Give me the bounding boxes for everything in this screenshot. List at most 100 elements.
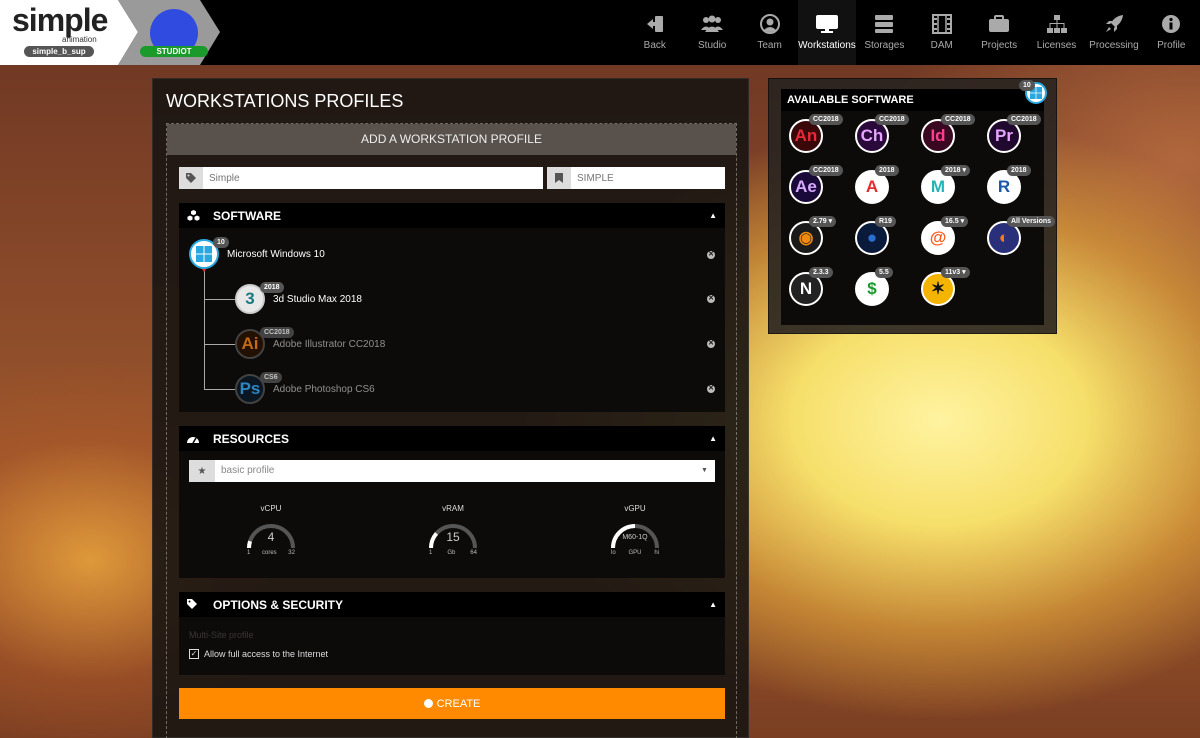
profile-name-field-group	[179, 167, 543, 189]
collapse-caret-icon[interactable]: ▲	[709, 211, 717, 220]
nav-label: Projects	[981, 40, 1018, 51]
version-badge: CS6	[260, 372, 282, 383]
available-software-panel: AVAILABLE SOFTWARE An CC2018 Ch CC2018 Id CC2…	[768, 78, 1057, 334]
checkbox-checked-icon[interactable]: ✓	[189, 649, 199, 659]
remove-software-icon[interactable]: ✕	[707, 295, 715, 303]
internet-access-label: Allow full access to the Internet	[204, 649, 329, 659]
nav-label: Processing	[1089, 40, 1139, 51]
workstation-profiles-panel: WORKSTATIONS PROFILES ADD A WORKSTATION …	[152, 78, 749, 738]
tree-connector	[204, 299, 235, 300]
version-badge: 11v3 ▾	[941, 267, 970, 278]
profile-code-input[interactable]	[571, 167, 725, 189]
nav-label: Back	[643, 40, 666, 51]
available-software-list: AVAILABLE SOFTWARE An CC2018 Ch CC2018 Id CC2…	[781, 89, 1056, 325]
version-badge: 5.5	[875, 267, 893, 278]
main-nav: Back Studio Team Workstations Storages D…	[626, 0, 1200, 65]
resources-section-title: RESOURCES	[213, 431, 290, 446]
version-badge: CC2018	[1007, 114, 1041, 125]
version-badge: 2.3.3	[809, 267, 833, 278]
remove-os-icon[interactable]: ✕	[707, 251, 715, 259]
software-row-3dsmax: 3 2018 3d Studio Max 2018	[235, 282, 362, 314]
tag-icon	[179, 167, 203, 189]
brand-area: simple animation simple_b_sup STUDIOT	[0, 0, 220, 65]
storage-icon	[873, 13, 895, 35]
gauge-scale: lo GPU hi	[605, 550, 665, 556]
nav-profile[interactable]: Profile	[1143, 0, 1200, 65]
gauge-min: 1	[429, 550, 433, 556]
options-section: OPTIONS & SECURITY ▲ Multi-Site profile …	[179, 592, 725, 675]
nav-workstations[interactable]: Workstations	[798, 0, 856, 65]
chevron-down-icon: ▼	[701, 467, 708, 474]
nav-projects[interactable]: Projects	[970, 0, 1027, 65]
gauge-max: hi	[654, 550, 659, 556]
star-icon: ★	[189, 460, 215, 482]
version-badge: 2018	[1007, 165, 1031, 176]
gauge-value: 4	[267, 530, 275, 544]
version-badge: 16.5 ▾	[941, 216, 969, 227]
film-icon	[931, 13, 953, 35]
nav-licenses[interactable]: Licenses	[1028, 0, 1085, 65]
internet-access-option[interactable]: ✓ Allow full access to the Internet	[189, 649, 328, 659]
os-row: 10 Microsoft Windows 10	[189, 237, 325, 269]
dashboard-icon	[187, 434, 201, 444]
tree-connector	[204, 271, 205, 389]
cubes-icon	[187, 210, 201, 221]
gauge-unit: cores	[261, 550, 277, 556]
collapse-caret-icon[interactable]: ▲	[709, 434, 717, 443]
remove-software-icon[interactable]: ✕	[707, 340, 715, 348]
gauge-value: M60-1Q	[622, 534, 648, 541]
nav-studio[interactable]: Studio	[683, 0, 740, 65]
profile-name-input[interactable]	[203, 167, 543, 189]
resource-profile-select[interactable]: ★ basic profile ▼	[189, 460, 715, 482]
vgpu-gauge[interactable]: vGPU M60-1Q lo GPU hi	[605, 504, 665, 556]
nav-storages[interactable]: Storages	[856, 0, 913, 65]
available-software-title: AVAILABLE SOFTWARE	[781, 89, 1044, 111]
os-version-badge: 10	[213, 237, 229, 248]
software-name: Adobe Photoshop CS6	[273, 383, 375, 395]
software-section-header[interactable]: SOFTWARE ▲	[179, 203, 725, 228]
gauge-max: 64	[470, 550, 477, 556]
tree-connector	[204, 389, 235, 390]
user-badge[interactable]: simple_b_sup	[24, 46, 94, 57]
resource-profile-value: basic profile	[221, 465, 275, 476]
version-badge: CC2018	[809, 114, 843, 125]
os-version-badge: 10	[1019, 80, 1035, 91]
nav-processing[interactable]: Processing	[1085, 0, 1142, 65]
resources-section-header[interactable]: RESOURCES ▲	[179, 426, 725, 451]
gauge-min: 1	[247, 550, 251, 556]
gauge-unit: Gb	[447, 550, 456, 556]
nav-label: Profile	[1157, 40, 1186, 51]
gauge-label: vRAM	[442, 504, 464, 513]
studio-badge[interactable]: STUDIOT	[140, 46, 208, 57]
software-row-illustrator: Ai CC2018 Adobe Illustrator CC2018	[235, 327, 385, 359]
add-profile-form: ADD A WORKSTATION PROFILE SOFTWARE ▲	[166, 123, 737, 738]
gauge-label: vCPU	[260, 504, 282, 513]
options-section-header[interactable]: OPTIONS & SECURITY ▲	[179, 592, 725, 617]
gauge-max: 32	[288, 550, 295, 556]
version-badge: All Versions	[1007, 216, 1056, 227]
version-badge: CC2018	[260, 327, 294, 338]
monitor-icon	[815, 13, 838, 35]
gauge-min: lo	[611, 550, 616, 556]
options-section-title: OPTIONS & SECURITY	[213, 597, 344, 612]
user-circle-icon	[759, 13, 781, 35]
vram-gauge[interactable]: vRAM 15 1 Gb 64	[423, 504, 483, 556]
gauge-unit: GPU	[628, 550, 642, 556]
nav-back[interactable]: Back	[626, 0, 683, 65]
collapse-caret-icon[interactable]: ▲	[709, 600, 717, 609]
version-badge: CC2018	[941, 114, 975, 125]
briefcase-icon	[988, 13, 1010, 35]
back-icon	[644, 13, 666, 35]
create-label: CREATE	[436, 697, 481, 710]
nav-dam[interactable]: DAM	[913, 0, 970, 65]
logo[interactable]: simple	[12, 2, 108, 39]
plus-circle-icon	[423, 699, 433, 708]
create-button[interactable]: CREATE	[179, 688, 725, 719]
nav-label: Workstations	[798, 40, 856, 51]
info-icon	[1160, 13, 1182, 35]
version-badge: 2018	[875, 165, 899, 176]
vcpu-gauge[interactable]: vCPU 4 1 cores 32	[241, 504, 301, 556]
multisite-option[interactable]: Multi-Site profile	[189, 630, 254, 640]
remove-software-icon[interactable]: ✕	[707, 385, 715, 393]
nav-team[interactable]: Team	[741, 0, 798, 65]
